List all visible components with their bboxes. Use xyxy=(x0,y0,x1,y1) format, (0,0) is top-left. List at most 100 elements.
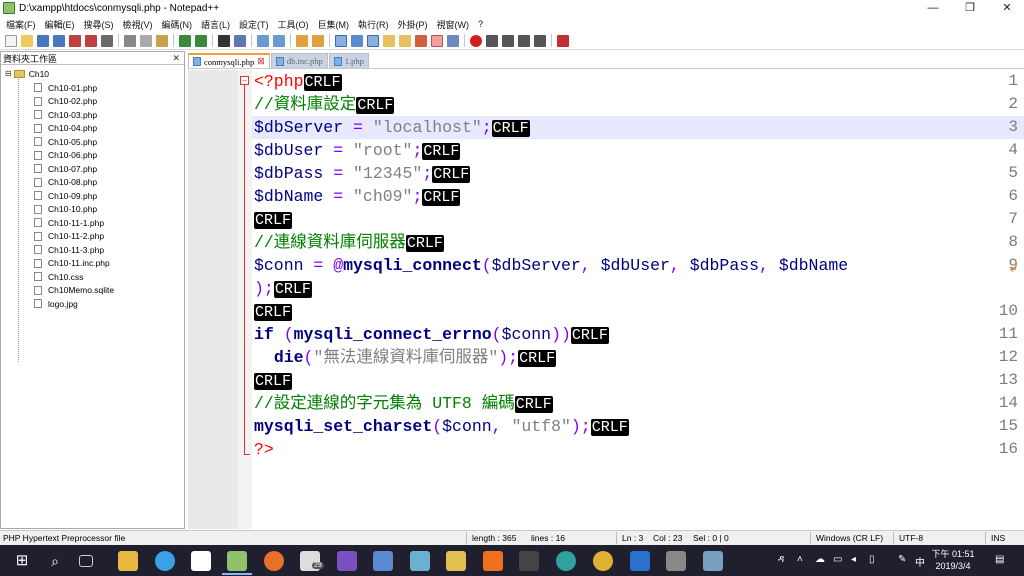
xampp-icon[interactable] xyxy=(483,551,503,571)
tree-root-ch10[interactable]: ⊟ Ch10 xyxy=(5,67,49,81)
tree-file-item[interactable]: Ch10-10.php xyxy=(34,203,97,217)
replace-icon[interactable] xyxy=(234,34,246,47)
browser-icon[interactable] xyxy=(155,551,175,571)
network-icon[interactable]: ▭ xyxy=(833,554,842,565)
stop-macro-icon[interactable] xyxy=(486,34,498,47)
save-all-icon[interactable] xyxy=(53,34,65,47)
ime-indicator[interactable]: 中 xyxy=(915,554,925,569)
tree-file-item[interactable]: Ch10-05.php xyxy=(34,135,97,149)
zoom-out-icon[interactable] xyxy=(273,34,285,47)
status-eol[interactable]: Windows (CR LF) xyxy=(816,533,883,544)
undo-icon[interactable] xyxy=(179,34,191,47)
indent-guide-icon[interactable] xyxy=(367,34,379,47)
menu-search[interactable]: 搜尋(S) xyxy=(84,18,114,31)
find-icon[interactable] xyxy=(218,34,230,47)
doc-map-icon[interactable] xyxy=(399,34,411,47)
show-all-chars-icon[interactable] xyxy=(351,34,363,47)
windows-start-icon[interactable]: ⊞ xyxy=(12,551,32,571)
copy-icon[interactable] xyxy=(140,34,152,47)
menu-edit[interactable]: 編輯(E) xyxy=(45,18,75,31)
chevron-up-icon[interactable]: ˄ xyxy=(797,554,803,565)
cut-icon[interactable] xyxy=(124,34,136,47)
menu-language[interactable]: 語言(L) xyxy=(201,18,230,31)
task-view-icon[interactable] xyxy=(79,555,93,567)
collapse-icon[interactable]: ⊟ xyxy=(5,69,12,78)
menu-help[interactable]: ? xyxy=(478,19,483,29)
udl-icon[interactable] xyxy=(383,34,395,47)
new-file-icon[interactable] xyxy=(5,34,17,47)
tree-file-item[interactable]: logo.jpg xyxy=(34,297,78,311)
photos-icon[interactable] xyxy=(666,551,686,571)
chrome-icon[interactable] xyxy=(593,551,613,571)
monitoring-icon[interactable] xyxy=(447,34,459,47)
taskbar-clock[interactable]: 下午 01:51 2019/3/4 xyxy=(930,548,976,572)
app-icon[interactable] xyxy=(410,551,430,571)
folder-workspace-icon[interactable] xyxy=(431,34,443,47)
battery-icon[interactable]: ▯ xyxy=(869,554,875,565)
tree-file-item[interactable]: Ch10-07.php xyxy=(34,162,97,176)
close-button[interactable]: ✕ xyxy=(992,0,1022,16)
tree-file-item[interactable]: Ch10.css xyxy=(34,270,83,284)
open-file-icon[interactable] xyxy=(21,34,33,47)
app-icon[interactable] xyxy=(703,551,723,571)
tree-file-item[interactable]: Ch10-03.php xyxy=(34,108,97,122)
menu-window[interactable]: 視窗(W) xyxy=(437,18,470,31)
print-icon[interactable] xyxy=(101,34,113,47)
app-icon[interactable] xyxy=(446,551,466,571)
redo-icon[interactable] xyxy=(195,34,207,47)
chrome-google-icon[interactable] xyxy=(191,551,211,571)
notepadpp-taskbar-icon[interactable] xyxy=(227,551,247,571)
spellcheck-icon[interactable] xyxy=(557,34,569,47)
panel-close-icon[interactable]: ✕ xyxy=(172,53,180,64)
menu-plugins[interactable]: 外掛(P) xyxy=(398,18,428,31)
tree-file-item[interactable]: Ch10-11-1.php xyxy=(34,216,104,230)
tab-close-icon[interactable]: ⊠ xyxy=(257,56,265,67)
code-editor[interactable]: − 1 2 3 4 5 6 7 8 9 10 11 12 13 14 15 16 <?phpCRLF //資料… xyxy=(188,70,1024,529)
notification-icon[interactable]: ▤ xyxy=(995,554,1004,565)
tree-file-item[interactable]: Ch10-09.php xyxy=(34,189,97,203)
tree-file-item[interactable]: Ch10Memo.sqlite xyxy=(34,284,114,298)
app-icon[interactable] xyxy=(519,551,539,571)
firefox-icon[interactable] xyxy=(264,551,284,571)
word-wrap-icon[interactable] xyxy=(335,34,347,47)
cloud-icon[interactable]: ☁ xyxy=(815,554,825,565)
menu-view[interactable]: 檢視(V) xyxy=(123,18,153,31)
tree-file-item[interactable]: Ch10-08.php xyxy=(34,176,97,190)
sync-vertical-icon[interactable] xyxy=(296,34,308,47)
tree-file-item[interactable]: Ch10-04.php xyxy=(34,122,97,136)
tree-file-item[interactable]: Ch10-06.php xyxy=(34,149,97,163)
close-all-icon[interactable] xyxy=(85,34,97,47)
function-list-icon[interactable] xyxy=(415,34,427,47)
save-macro-icon[interactable] xyxy=(534,34,546,47)
tab-1-php[interactable]: 1.php xyxy=(328,53,369,68)
save-icon[interactable] xyxy=(37,34,49,47)
status-insert-mode[interactable]: INS xyxy=(991,533,1005,544)
tree-file-item[interactable]: Ch10-02.php xyxy=(34,95,97,109)
status-encoding[interactable]: UTF-8 xyxy=(899,533,923,544)
menu-encoding[interactable]: 編碼(N) xyxy=(162,18,193,31)
tab-conmysqli[interactable]: conmysqli.php ⊠ xyxy=(188,53,270,68)
visual-studio-icon[interactable] xyxy=(337,551,357,571)
tree-file-item[interactable]: Ch10-11.inc.php xyxy=(34,257,110,271)
menu-run[interactable]: 執行(R) xyxy=(358,18,389,31)
minimize-button[interactable]: — xyxy=(918,0,948,16)
pen-icon[interactable]: ✎ xyxy=(898,554,906,565)
play-macro-icon[interactable] xyxy=(502,34,514,47)
tree-file-item[interactable]: Ch10-01.php xyxy=(34,81,97,95)
menu-file[interactable]: 檔案(F) xyxy=(6,18,36,31)
menu-settings[interactable]: 設定(T) xyxy=(239,18,269,31)
zoom-in-icon[interactable] xyxy=(257,34,269,47)
search-icon[interactable]: ⌕ xyxy=(45,551,65,571)
close-file-icon[interactable] xyxy=(69,34,81,47)
app-icon[interactable] xyxy=(556,551,576,571)
app-icon[interactable] xyxy=(373,551,393,571)
menu-macro[interactable]: 巨集(M) xyxy=(318,18,350,31)
edge-icon[interactable] xyxy=(630,551,650,571)
volume-icon[interactable]: ◂ xyxy=(851,554,856,565)
play-multiple-icon[interactable] xyxy=(518,34,530,47)
record-macro-icon[interactable] xyxy=(470,34,482,47)
maximize-button[interactable]: ❐ xyxy=(955,0,985,16)
paste-icon[interactable] xyxy=(156,34,168,47)
sync-horizontal-icon[interactable] xyxy=(312,34,324,47)
tree-file-item[interactable]: Ch10-11-2.php xyxy=(34,230,104,244)
